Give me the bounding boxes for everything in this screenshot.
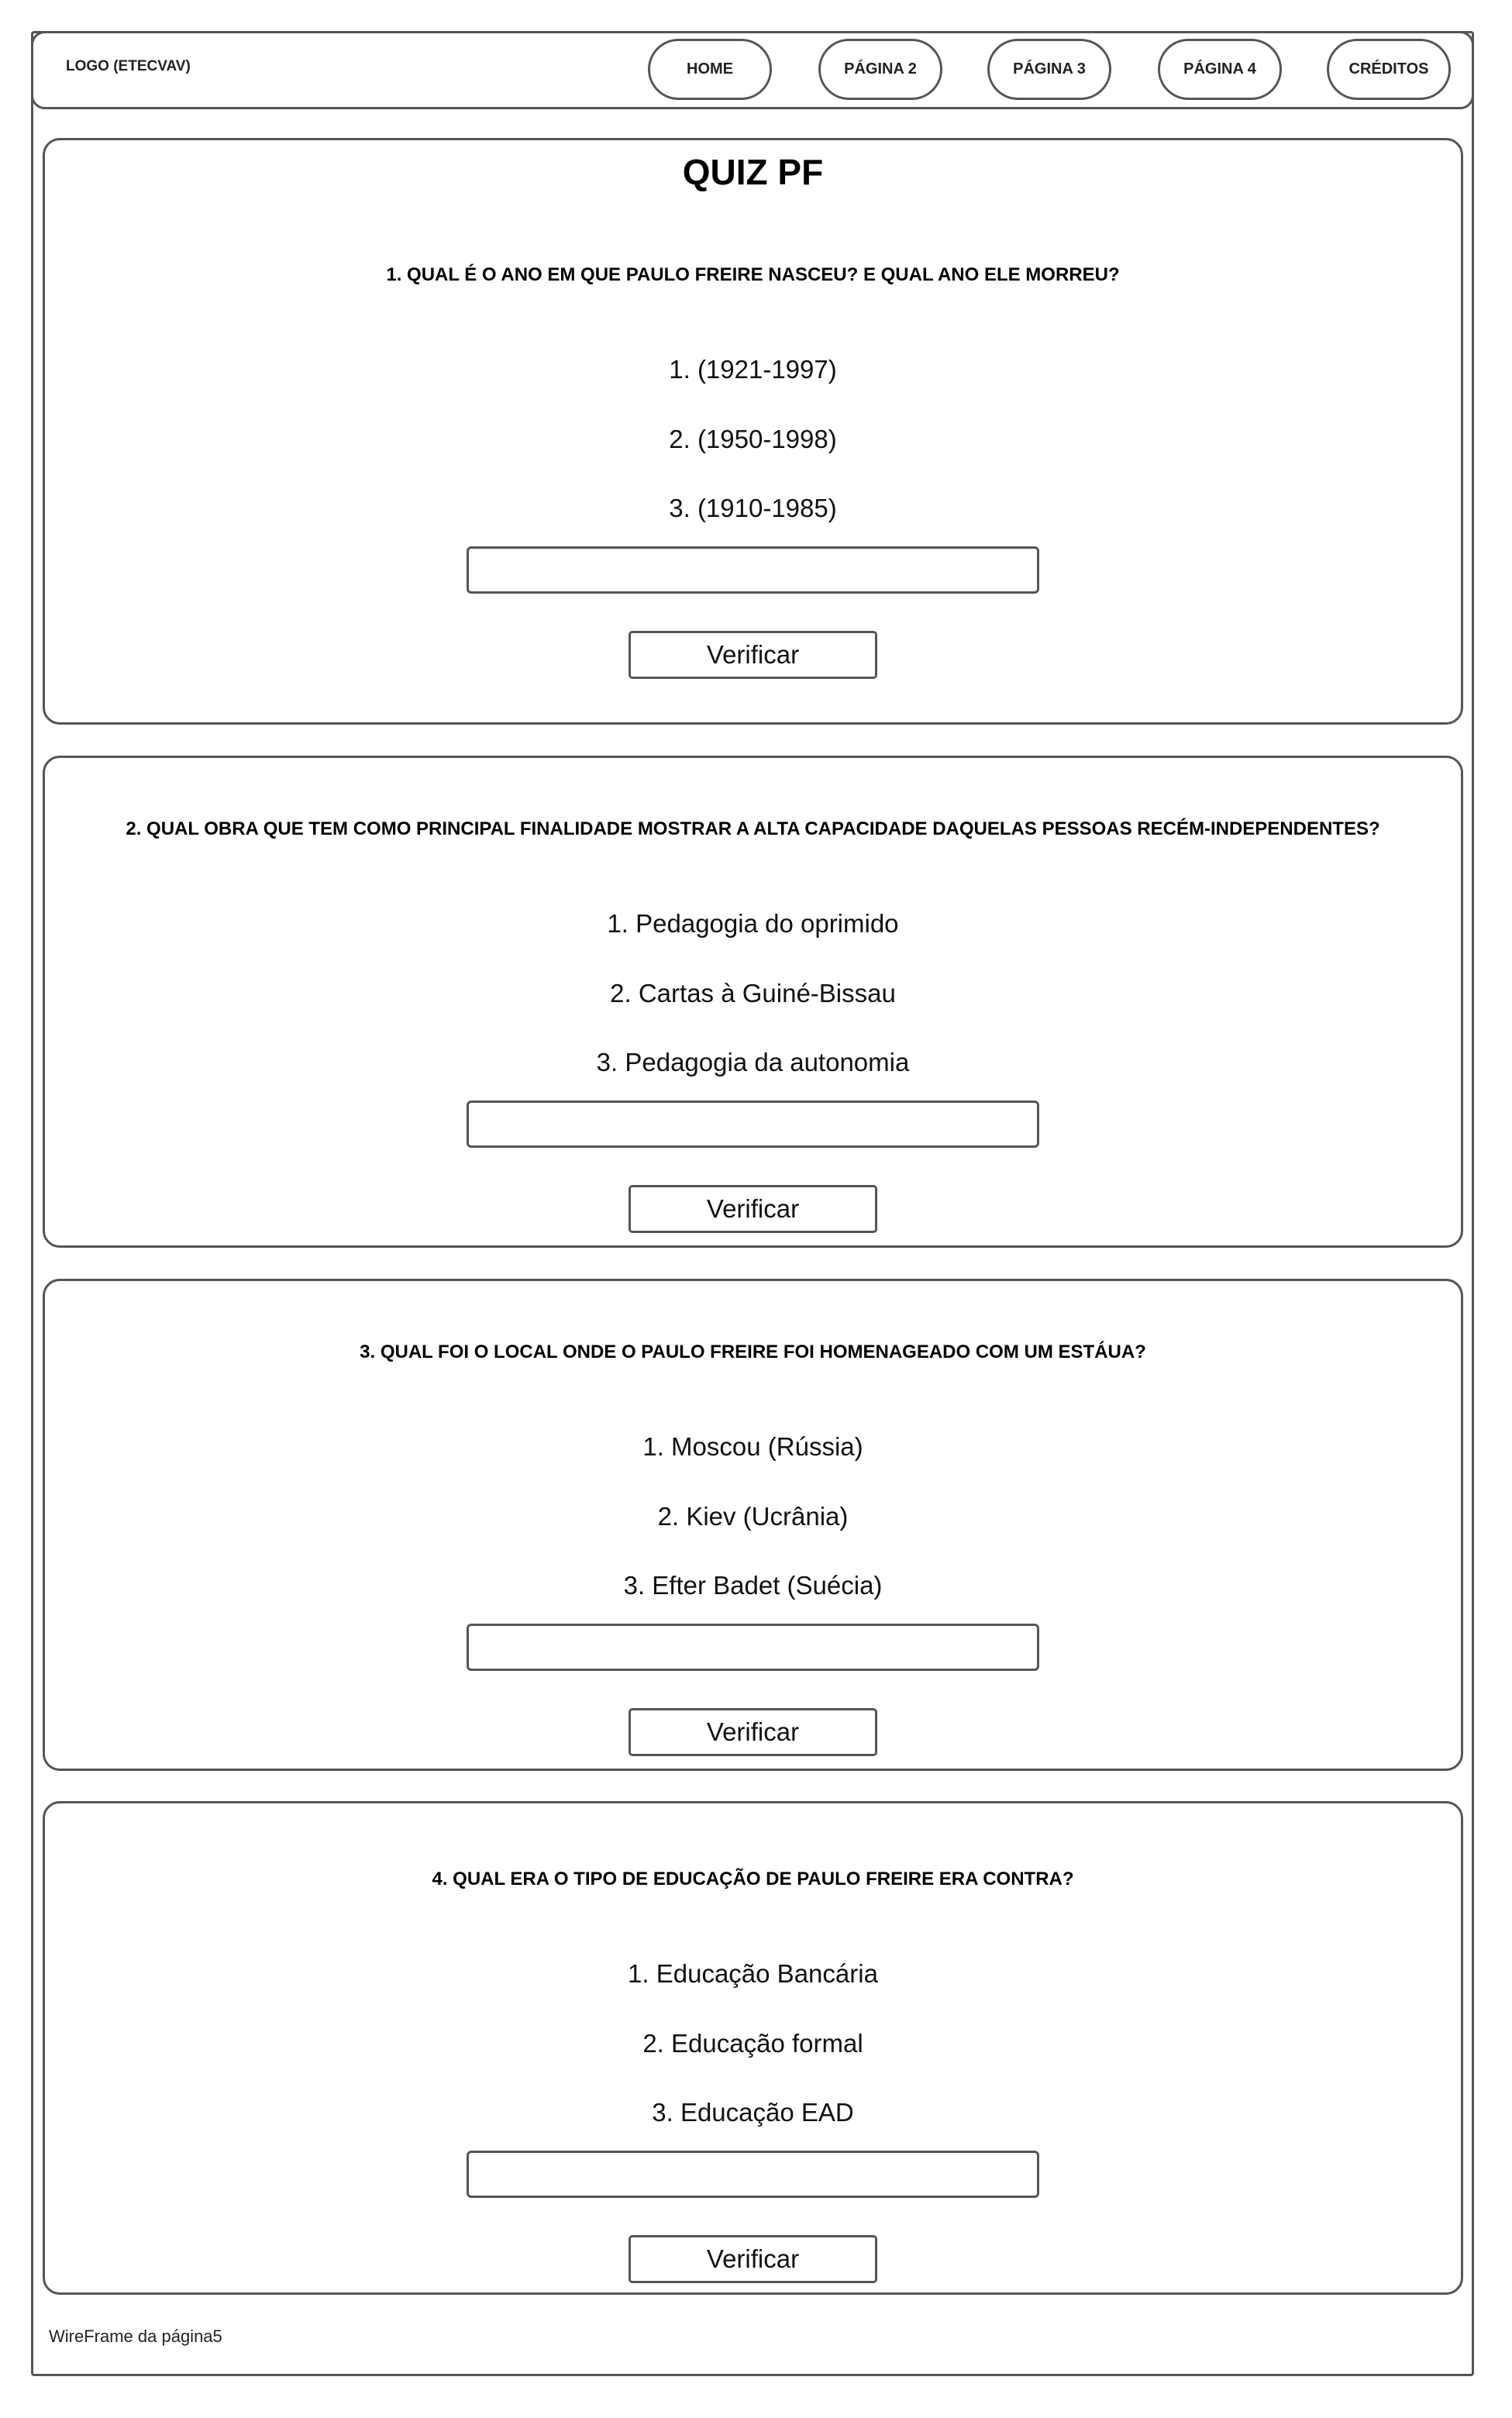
answer-input[interactable]	[467, 2151, 1039, 2198]
answer-option: 1. Educação Bancária	[628, 1959, 878, 1988]
top-navbar: LOGO (ETECVAV) HOME PÁGINA 2 PÁGINA 3 PÁ…	[31, 31, 1474, 109]
question-text: 1. QUAL É O ANO EM QUE PAULO FREIRE NASC…	[386, 264, 1120, 285]
verify-button[interactable]: Verificar	[629, 631, 877, 679]
answer-input[interactable]	[467, 1624, 1039, 1671]
answer-option: 1. (1921-1997)	[669, 355, 837, 384]
quiz-title: QUIZ PF	[682, 152, 824, 192]
verify-button[interactable]: Verificar	[629, 1708, 877, 1756]
answer-option: 2. Cartas à Guiné-Bissau	[610, 979, 896, 1008]
question-card-3: 3. QUAL FOI O LOCAL ONDE O PAULO FREIRE …	[43, 1279, 1463, 1771]
answer-option: 1. Pedagogia do oprimido	[607, 909, 899, 938]
footer-caption: WireFrame da página5	[49, 2327, 222, 2346]
nav-page-2-button[interactable]: PÁGINA 2	[818, 39, 942, 100]
answer-input[interactable]	[467, 546, 1039, 594]
question-card-4: 4. QUAL ERA O TIPO DE EDUCAÇÃO DE PAULO …	[43, 1801, 1463, 2295]
question-text: 3. QUAL FOI O LOCAL ONDE O PAULO FREIRE …	[360, 1342, 1146, 1362]
nav-page-4-button[interactable]: PÁGINA 4	[1158, 39, 1282, 100]
answer-option: 2. Kiev (Ucrânia)	[657, 1502, 849, 1531]
nav-page-3-button[interactable]: PÁGINA 3	[987, 39, 1111, 100]
answer-option: 3. Educação EAD	[652, 2098, 854, 2127]
question-card-2: 2. QUAL OBRA QUE TEM COMO PRINCIPAL FINA…	[43, 756, 1463, 1248]
question-text: 2. QUAL OBRA QUE TEM COMO PRINCIPAL FINA…	[126, 818, 1380, 839]
answer-option: 3. (1910-1985)	[669, 494, 837, 522]
answer-option: 2. (1950-1998)	[669, 425, 837, 453]
answer-option: 3. Efter Badet (Suécia)	[623, 1571, 883, 1600]
question-text: 4. QUAL ERA O TIPO DE EDUCAÇÃO DE PAULO …	[432, 1869, 1074, 1889]
answer-option: 3. Pedagogia da autonomia	[596, 1048, 910, 1076]
nav-credits-button[interactable]: CRÉDITOS	[1327, 39, 1451, 100]
verify-button[interactable]: Verificar	[629, 2235, 877, 2283]
answer-option: 2. Educação formal	[642, 2029, 863, 2058]
answer-input[interactable]	[467, 1100, 1039, 1148]
verify-button[interactable]: Verificar	[629, 1185, 877, 1233]
site-logo: LOGO (ETECVAV)	[66, 58, 191, 74]
nav-home-button[interactable]: HOME	[648, 39, 772, 100]
answer-option: 1. Moscou (Rússia)	[642, 1432, 863, 1461]
question-card-1: QUIZ PF 1. QUAL É O ANO EM QUE PAULO FRE…	[43, 138, 1463, 725]
